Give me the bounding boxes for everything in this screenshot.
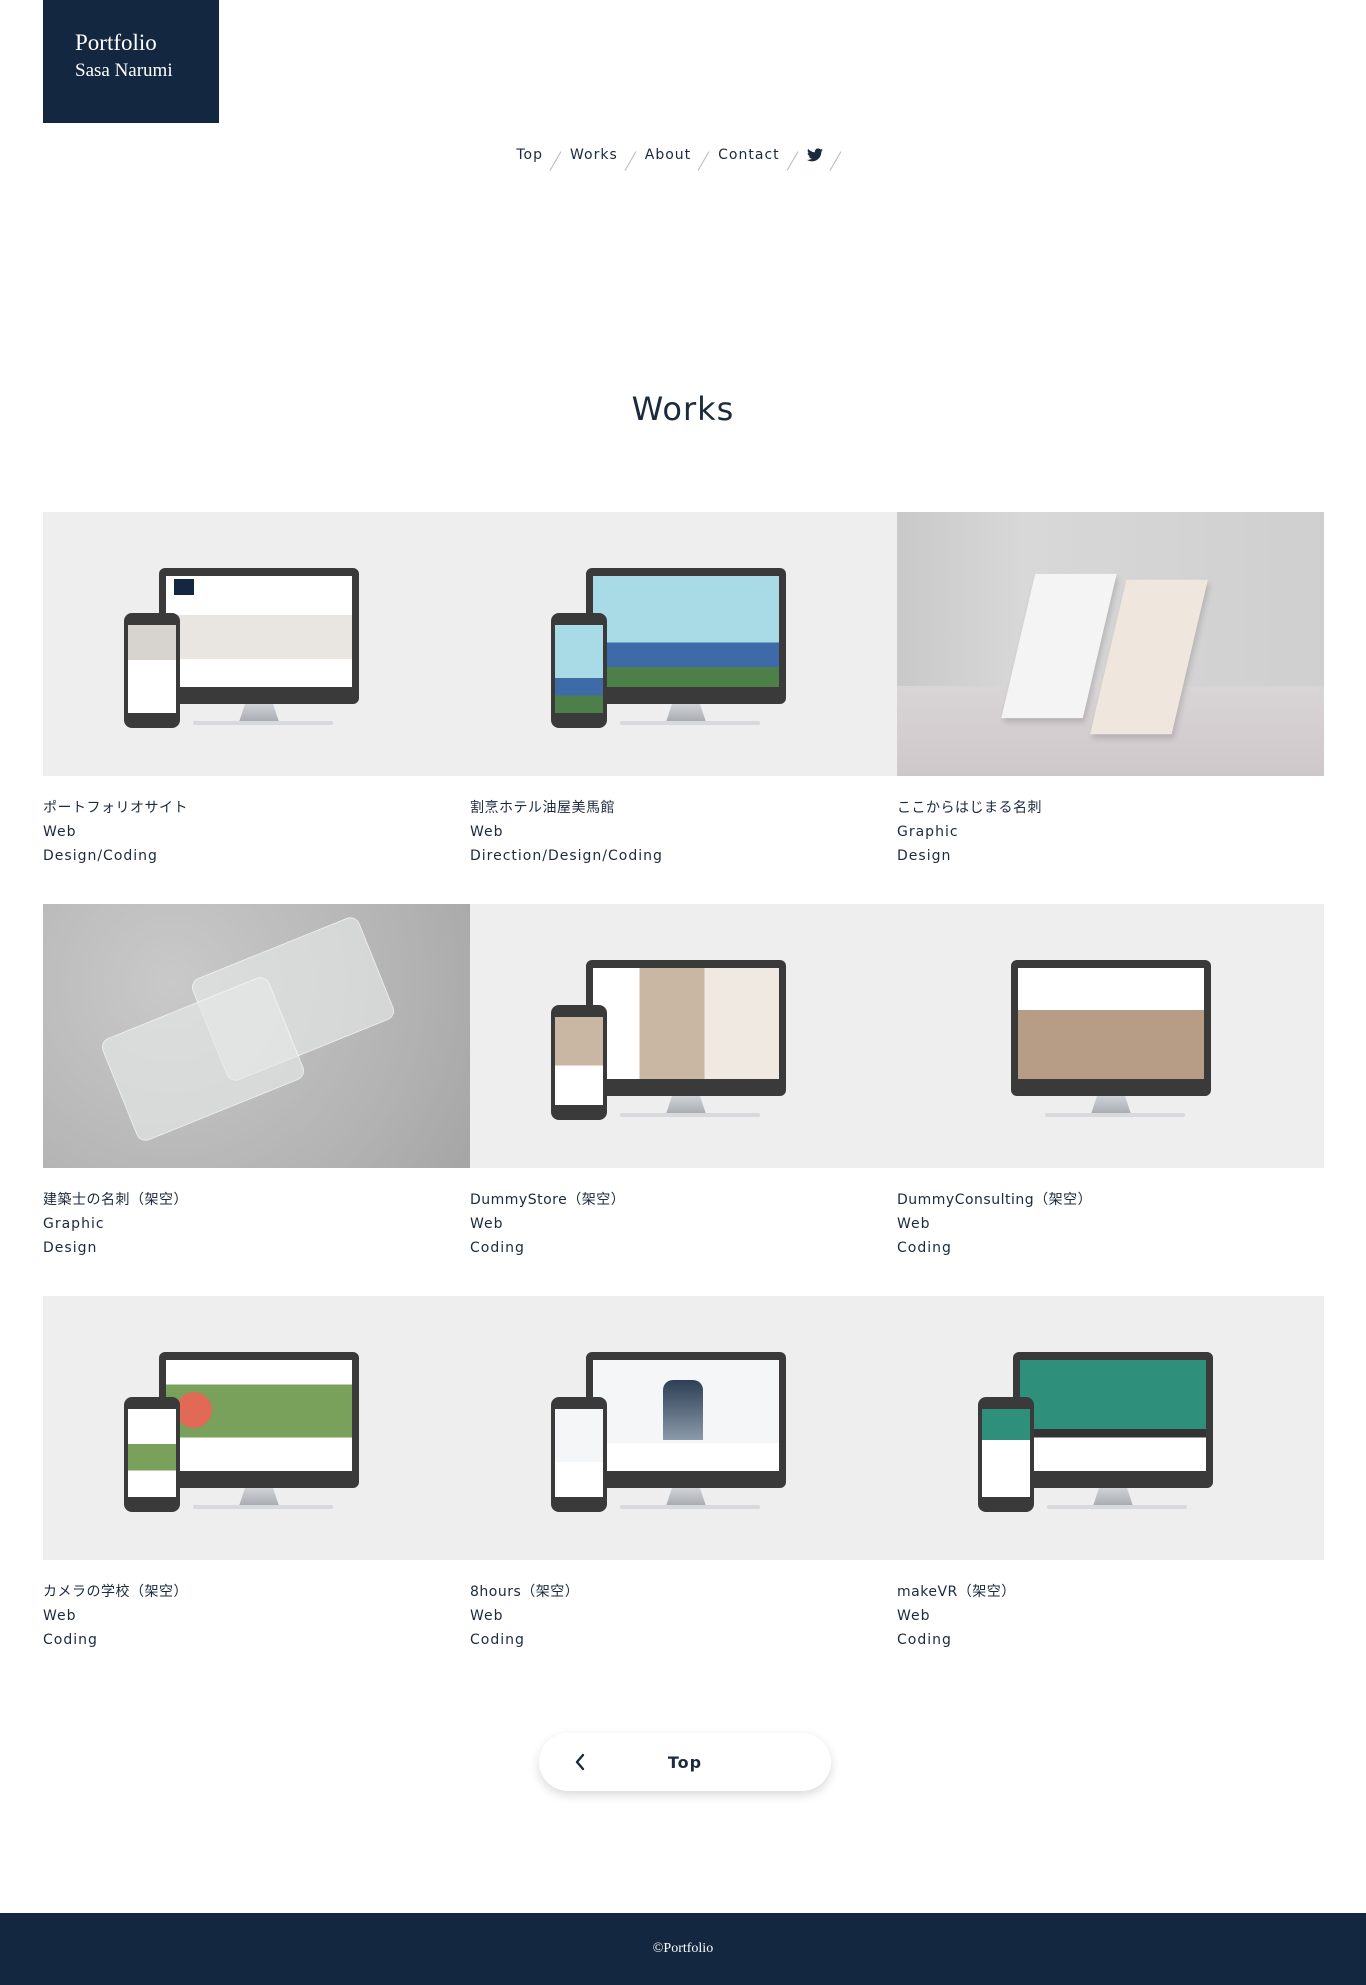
twitter-icon bbox=[806, 148, 823, 162]
back-to-top-button[interactable]: Top bbox=[539, 1733, 831, 1791]
work-role: Direction/Design/Coding bbox=[470, 848, 663, 864]
chevron-left-icon bbox=[575, 1753, 585, 1771]
work-card[interactable]: ポートフォリオサイト Web Design/Coding bbox=[43, 512, 470, 868]
work-title: DummyConsulting（架空） bbox=[897, 1192, 1093, 1208]
site-logo[interactable]: Portfolio Sasa Narumi bbox=[43, 0, 219, 123]
work-card[interactable]: カメラの学校（架空） Web Coding bbox=[43, 1296, 470, 1652]
work-card[interactable]: makeVR（架空） Web Coding bbox=[897, 1296, 1324, 1652]
work-card[interactable]: DummyConsulting（架空） Web Coding bbox=[897, 904, 1324, 1260]
work-category: Web bbox=[470, 824, 504, 840]
work-category: Web bbox=[897, 1216, 931, 1232]
work-category: Graphic bbox=[43, 1216, 105, 1232]
work-title: 8hours（架空） bbox=[470, 1584, 580, 1600]
nav-contact[interactable]: Contact bbox=[718, 147, 779, 163]
nav-works[interactable]: Works bbox=[570, 147, 618, 163]
copyright-text: ©Portfolio bbox=[652, 1941, 714, 1956]
work-role: Coding bbox=[897, 1240, 952, 1256]
work-thumbnail bbox=[897, 904, 1324, 1168]
work-title: ここからはじまる名刺 bbox=[897, 800, 1042, 816]
work-thumbnail bbox=[897, 1296, 1324, 1560]
logo-author: Sasa Narumi bbox=[75, 60, 173, 81]
nav-divider bbox=[786, 151, 799, 171]
work-category: Web bbox=[43, 824, 77, 840]
section-title: Works bbox=[631, 390, 735, 428]
work-role: Coding bbox=[897, 1632, 952, 1648]
work-title: 建築士の名刺（架空） bbox=[43, 1192, 188, 1208]
work-title: 割烹ホテル油屋美馬館 bbox=[470, 800, 615, 816]
work-thumbnail bbox=[470, 512, 897, 776]
work-category: Web bbox=[897, 1608, 931, 1624]
work-category: Graphic bbox=[897, 824, 959, 840]
work-thumbnail bbox=[43, 1296, 470, 1560]
nav-divider bbox=[549, 151, 562, 171]
work-card[interactable]: DummyStore（架空） Web Coding bbox=[470, 904, 897, 1260]
work-title: ポートフォリオサイト bbox=[43, 800, 188, 816]
work-category: Web bbox=[470, 1608, 504, 1624]
footer: ©Portfolio bbox=[0, 1913, 1366, 1985]
logo-title: Portfolio bbox=[75, 30, 157, 55]
nav-about[interactable]: About bbox=[645, 147, 691, 163]
work-category: Web bbox=[43, 1608, 77, 1624]
work-role: Coding bbox=[470, 1632, 525, 1648]
nav-divider bbox=[624, 151, 637, 171]
work-card[interactable]: ここからはじまる名刺 Graphic Design bbox=[897, 512, 1324, 868]
main-nav: Top Works About Contact bbox=[0, 138, 1366, 172]
work-title: makeVR（架空） bbox=[897, 1584, 1016, 1600]
work-thumbnail bbox=[43, 512, 470, 776]
nav-divider bbox=[697, 151, 710, 171]
work-card[interactable]: 割烹ホテル油屋美馬館 Web Direction/Design/Coding bbox=[470, 512, 897, 868]
nav-twitter[interactable] bbox=[806, 148, 823, 162]
work-category: Web bbox=[470, 1216, 504, 1232]
work-title: DummyStore（架空） bbox=[470, 1192, 626, 1208]
work-title: カメラの学校（架空） bbox=[43, 1584, 188, 1600]
work-role: Design bbox=[43, 1240, 98, 1256]
work-card[interactable]: 8hours（架空） Web Coding bbox=[470, 1296, 897, 1652]
work-role: Design bbox=[897, 848, 952, 864]
work-card[interactable]: 建築士の名刺（架空） Graphic Design bbox=[43, 904, 470, 1260]
work-role: Coding bbox=[43, 1632, 98, 1648]
work-thumbnail bbox=[470, 904, 897, 1168]
work-thumbnail bbox=[470, 1296, 897, 1560]
work-thumbnail bbox=[43, 904, 470, 1168]
work-thumbnail bbox=[897, 512, 1324, 776]
work-role: Design/Coding bbox=[43, 848, 158, 864]
nav-divider bbox=[829, 151, 842, 171]
work-role: Coding bbox=[470, 1240, 525, 1256]
nav-top[interactable]: Top bbox=[516, 147, 543, 163]
